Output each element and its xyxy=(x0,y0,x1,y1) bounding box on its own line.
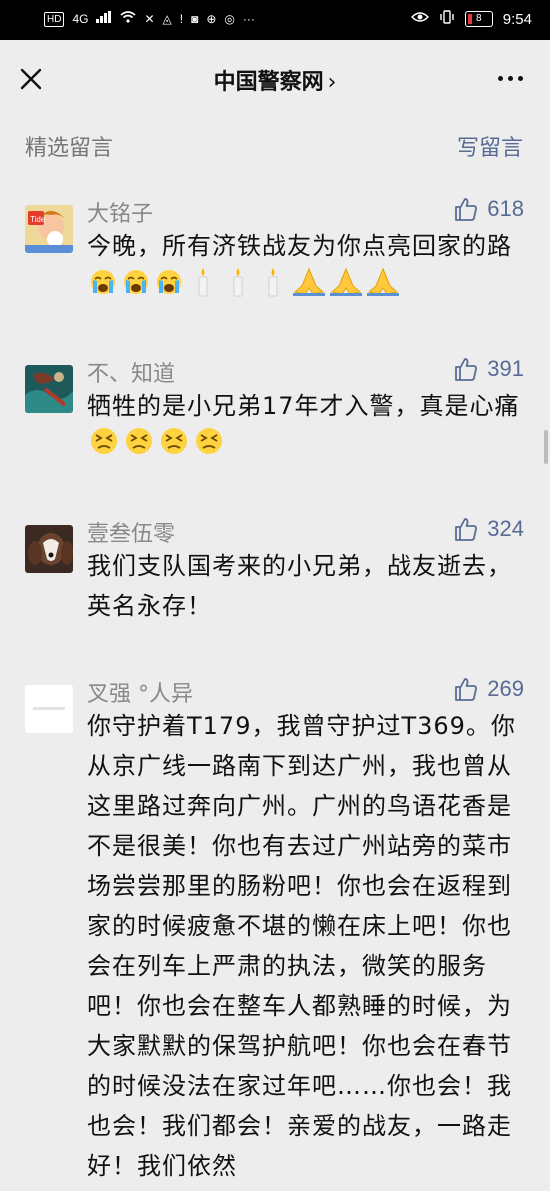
more-dot-icon xyxy=(498,75,503,81)
more-options-button[interactable] xyxy=(498,70,528,86)
account-title-link[interactable]: 中国警察网 › xyxy=(0,64,550,96)
camera-icon: ◙ xyxy=(191,12,199,26)
status-bar: HD 4G ✕ ◬ ! ◙ ⊕ ◎ ··· 8 9:54 xyxy=(0,0,550,40)
thumbs-up-icon xyxy=(455,198,478,221)
comment-header: 叉强 °人异 269 xyxy=(87,670,524,707)
crying-face-icon xyxy=(153,267,185,309)
persevering-face-icon xyxy=(87,426,121,468)
comment-text: 你守护着T179，我曾守护过T369。你从京广线一路南下到达广州，我也曾从这里路… xyxy=(87,712,516,1180)
thumbs-up-icon xyxy=(455,678,478,701)
comment-header: 壹叁伍零 324 xyxy=(87,510,524,547)
hd-icon: HD xyxy=(44,11,65,27)
commenter-name: 大铭子 xyxy=(87,202,154,227)
status-left: HD 4G ✕ ◬ ! ◙ ⊕ ◎ ··· xyxy=(44,11,255,27)
section-title: 精选留言 xyxy=(25,136,114,161)
like-count: 324 xyxy=(487,516,524,541)
compass-icon: ⊕ xyxy=(206,12,217,26)
battery-percent: 8 xyxy=(476,13,482,24)
candle-icon xyxy=(221,266,255,310)
comment-item: Tide 大铭子 618 今晚，所有济铁战友为你点亮回家的路 xyxy=(0,190,550,350)
like-button[interactable]: 391 xyxy=(453,356,524,382)
folded-hands-icon xyxy=(291,266,327,310)
account-name: 中国警察网 xyxy=(213,70,324,95)
crying-face-icon xyxy=(120,267,152,309)
write-comment-button[interactable]: 写留言 xyxy=(457,130,523,162)
alert-icon: ! xyxy=(179,12,184,26)
thumbs-up-icon xyxy=(455,518,478,541)
commenter-name: 不、知道 xyxy=(87,362,176,387)
chevron-right-icon: › xyxy=(327,70,337,95)
comment-item: 不、知道 391 牺牲的是小兄弟17年才入警，真是心痛 xyxy=(0,350,550,510)
comment-item: 壹叁伍零 324 我们支队国考来的小兄弟，战友逝去，英名永存！ xyxy=(0,510,550,670)
signal-4g-icon: 4G xyxy=(72,12,89,26)
like-button[interactable]: 269 xyxy=(453,676,524,702)
persevering-face-icon xyxy=(192,426,226,468)
commenter-name: 壹叁伍零 xyxy=(87,522,176,547)
weibo-icon: ◎ xyxy=(224,12,235,26)
more-notifications-icon: ··· xyxy=(242,12,255,26)
avatar[interactable] xyxy=(25,365,73,413)
commenter-name: 叉强 °人异 xyxy=(87,682,193,707)
comment-text-content: 今晚，所有济铁战友为你点亮回家的路 xyxy=(87,232,512,260)
comment-text-content: 牺牲的是小兄弟17年才入警，真是心痛 xyxy=(87,392,520,420)
wifi-icon xyxy=(120,11,136,27)
comments-section-header: 精选留言 写留言 xyxy=(0,118,550,170)
like-button[interactable]: 618 xyxy=(453,196,524,222)
eye-comfort-icon xyxy=(410,11,429,27)
comment-text: 我们支队国考来的小兄弟，战友逝去，英名永存！ xyxy=(87,552,512,620)
like-count: 618 xyxy=(487,196,524,221)
comment-item: 叉强 °人异 269 你守护着T179，我曾守护过T369。你从京广线一路南下到… xyxy=(0,670,550,1186)
folded-hands-icon xyxy=(328,266,364,310)
more-dot-icon xyxy=(518,75,523,81)
nav-bar: 中国警察网 › xyxy=(0,40,550,118)
comment-list: Tide 大铭子 618 今晚，所有济铁战友为你点亮回家的路 不、知道 391 … xyxy=(0,190,550,1186)
avatar[interactable] xyxy=(25,525,73,573)
folded-hands-icon xyxy=(365,266,401,310)
navigation-icon: ◬ xyxy=(162,12,172,26)
more-dot-icon xyxy=(508,75,513,81)
comment-header: 大铭子 618 xyxy=(87,190,524,227)
thumbs-up-icon xyxy=(455,358,478,381)
svg-text:Tide: Tide xyxy=(30,215,46,224)
comment-header: 不、知道 391 xyxy=(87,350,524,387)
like-count: 391 xyxy=(487,356,524,381)
persevering-face-icon xyxy=(122,426,156,468)
like-button[interactable]: 324 xyxy=(453,516,524,542)
avatar[interactable]: Tide xyxy=(25,205,73,253)
crying-face-icon xyxy=(87,267,119,309)
persevering-face-icon xyxy=(157,426,191,468)
battery-icon: 8 xyxy=(464,11,493,27)
scrollbar-thumb[interactable] xyxy=(544,430,548,464)
missed-call-icon: ✕ xyxy=(144,12,155,26)
avatar[interactable] xyxy=(25,685,73,733)
candle-icon xyxy=(186,266,220,310)
clock: 9:54 xyxy=(502,10,532,28)
like-count: 269 xyxy=(487,676,524,701)
vibrate-icon xyxy=(439,10,455,28)
candle-icon xyxy=(256,266,290,310)
battery-level xyxy=(467,14,472,24)
signal-bars-icon xyxy=(96,11,112,27)
comment-text: 牺牲的是小兄弟17年才入警，真是心痛 xyxy=(87,386,524,468)
comment-text: 今晚，所有济铁战友为你点亮回家的路 xyxy=(87,226,524,310)
status-right: 8 9:54 xyxy=(410,10,532,28)
